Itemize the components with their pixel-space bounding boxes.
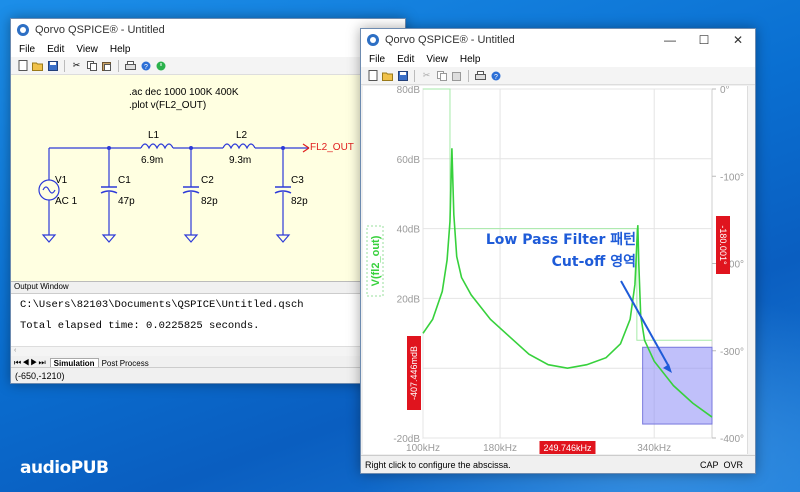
- menu-file[interactable]: File: [19, 44, 35, 55]
- close-icon[interactable]: ✕: [721, 29, 755, 51]
- svg-text:?: ?: [144, 64, 148, 71]
- schematic-toolbar: ✂ ?: [11, 57, 405, 75]
- frequency-response-plot[interactable]: 80dB60dB40dB20dB0-20dB0°-100°-200°-300°-…: [363, 86, 747, 454]
- print-icon[interactable]: [475, 70, 486, 81]
- phase-tick-label: -400°: [720, 434, 744, 445]
- toolbar-separator: [414, 69, 415, 82]
- cursor-x-value: 249.746kHz: [543, 443, 592, 453]
- output-window: Output Window C:\Users\82103\Documents\Q…: [11, 281, 405, 370]
- phase-tick-label: 0°: [720, 86, 730, 96]
- qspice-app-icon: [367, 34, 379, 46]
- waveform-menubar: File Edit View Help: [361, 51, 755, 67]
- toolbar-separator: [64, 59, 65, 72]
- output-line-path: C:\Users\82103\Documents\QSPICE\Untitled…: [20, 299, 304, 311]
- help-icon[interactable]: ?: [490, 70, 501, 81]
- schematic-statusbar: (-650,-1210): [11, 367, 405, 383]
- waveform-window: Qorvo QSPICE® - Untitled — ☐ ✕ File Edit…: [360, 28, 756, 474]
- menu-view[interactable]: View: [426, 54, 448, 65]
- menu-edit[interactable]: Edit: [397, 54, 414, 65]
- copy-icon[interactable]: [86, 60, 97, 71]
- schematic-menubar: File Edit View Help: [11, 41, 405, 57]
- c3-name[interactable]: C3: [291, 175, 304, 186]
- cursor-y-value: -407.446mdB: [409, 346, 419, 400]
- qspice-app-icon: [17, 24, 29, 36]
- save-icon[interactable]: [397, 70, 408, 81]
- copy-icon[interactable]: [436, 70, 447, 81]
- open-folder-icon[interactable]: [382, 70, 393, 81]
- print-icon[interactable]: [125, 60, 136, 71]
- cut-icon[interactable]: ✂: [71, 60, 82, 71]
- l1-value[interactable]: 6.9m: [141, 155, 163, 166]
- l1-name[interactable]: L1: [148, 130, 159, 141]
- output-line-elapsed: Total elapsed time: 0.0225825 seconds.: [20, 320, 260, 332]
- cut-icon[interactable]: ✂: [421, 70, 432, 81]
- cursor-coordinates: (-650,-1210): [15, 370, 65, 381]
- status-hint: Right click to configure the abscissa.: [365, 459, 511, 470]
- status-caps: CAP: [699, 459, 719, 470]
- new-file-icon[interactable]: [367, 70, 378, 81]
- l2-name[interactable]: L2: [236, 130, 247, 141]
- waveform-toolbar: ✂ ?: [361, 67, 755, 85]
- y-tick-label: 60dB: [397, 155, 421, 166]
- menu-view[interactable]: View: [76, 44, 98, 55]
- waveform-statusbar: Right click to configure the abscissa. C…: [361, 455, 755, 473]
- source-value[interactable]: AC 1: [55, 196, 77, 207]
- c1-value[interactable]: 47p: [118, 196, 135, 207]
- output-scrollbar[interactable]: ‹: [11, 346, 405, 356]
- plot-pane[interactable]: 80dB60dB40dB20dB0-20dB0°-100°-200°-300°-…: [363, 86, 747, 454]
- toolbar-separator: [118, 59, 119, 72]
- c2-value[interactable]: 82p: [201, 196, 218, 207]
- x-tick-label: 340kHz: [637, 443, 671, 454]
- phase-tick-label: -100°: [720, 172, 744, 183]
- menu-edit[interactable]: Edit: [47, 44, 64, 55]
- output-window-header: Output Window: [11, 282, 405, 294]
- phase-trace: [423, 88, 712, 341]
- maximize-icon[interactable]: ☐: [687, 29, 721, 51]
- open-folder-icon[interactable]: [32, 60, 43, 71]
- menu-help[interactable]: Help: [110, 44, 131, 55]
- y-tick-label: 80dB: [397, 86, 421, 96]
- status-ovr: OVR: [723, 459, 743, 470]
- phase-tick-label: -300°: [720, 347, 744, 358]
- c1-name[interactable]: C1: [118, 175, 131, 186]
- toolbar-separator: [468, 69, 469, 82]
- x-tick-label: 180kHz: [483, 443, 517, 454]
- save-icon[interactable]: [47, 60, 58, 71]
- annotation-line-1: Low Pass Filter 패턴: [486, 231, 636, 248]
- source-name[interactable]: V1: [55, 175, 67, 186]
- l2-value[interactable]: 9.3m: [229, 155, 251, 166]
- svg-text:?: ?: [494, 74, 498, 81]
- annotation-line-2: Cut-off 영역: [552, 253, 636, 270]
- paste-icon[interactable]: [451, 70, 462, 81]
- c3-value[interactable]: 82p: [291, 196, 308, 207]
- y-axis-label: V(fl2_out): [370, 235, 382, 286]
- plot-scrollbar[interactable]: [747, 86, 755, 454]
- window-title: Qorvo QSPICE® - Untitled: [35, 24, 165, 36]
- menu-help[interactable]: Help: [460, 54, 481, 65]
- paste-icon[interactable]: [101, 60, 112, 71]
- y-tick-label: 20dB: [397, 294, 421, 305]
- new-file-icon[interactable]: [17, 60, 28, 71]
- net-label[interactable]: FL2_OUT: [310, 142, 354, 153]
- menu-file[interactable]: File: [369, 54, 385, 65]
- help-icon[interactable]: ?: [140, 60, 151, 71]
- audiopub-logo: audioPUB: [20, 458, 109, 478]
- logo-text: audioPUB: [20, 458, 109, 478]
- x-tick-label: 100kHz: [406, 443, 440, 454]
- waveform-titlebar[interactable]: Qorvo QSPICE® - Untitled — ☐ ✕: [361, 29, 755, 51]
- run-icon[interactable]: [155, 60, 166, 71]
- cursor-phase-value: -180.001°: [718, 225, 728, 265]
- schematic-canvas[interactable]: .ac dec 1000 100K 400K .plot v(FL2_OUT): [11, 75, 405, 281]
- c2-name[interactable]: C2: [201, 175, 214, 186]
- schematic-titlebar[interactable]: Qorvo QSPICE® - Untitled —: [11, 19, 405, 41]
- window-title: Qorvo QSPICE® - Untitled: [385, 34, 515, 46]
- schematic-window: Qorvo QSPICE® - Untitled — File Edit Vie…: [10, 18, 406, 384]
- y-tick-label: 40dB: [397, 225, 421, 236]
- minimize-icon[interactable]: —: [653, 29, 687, 51]
